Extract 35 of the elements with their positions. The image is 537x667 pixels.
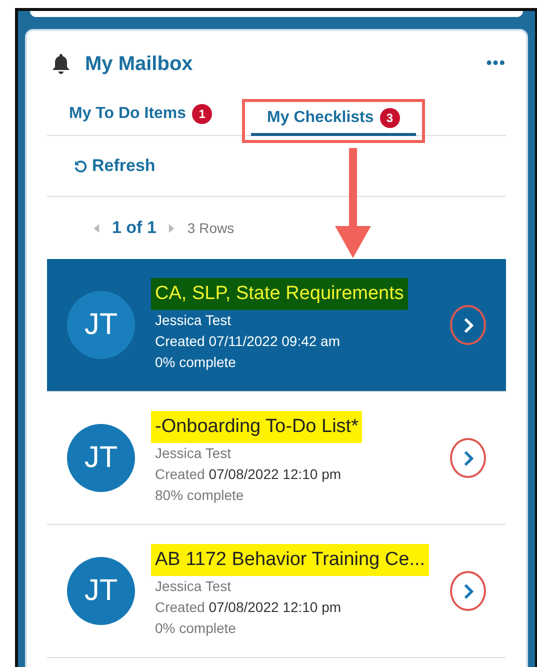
created-date: Created 07/11/2022 09:42 am	[155, 332, 341, 350]
created-date: Created 07/08/2022 12:10 pm	[155, 464, 342, 484]
progress-text: 80% complete	[155, 486, 245, 505]
tab[interactable]: My To Do Items 1	[69, 104, 212, 135]
progress-text: 0% complete	[155, 352, 237, 372]
avatar: JT	[67, 291, 135, 359]
owner-name: Jessica Test	[155, 576, 232, 596]
checklist-title: CA, SLP, State Requirements	[151, 278, 408, 310]
owner-name: Jessica Test	[155, 310, 232, 330]
avatar: JT	[67, 424, 135, 492]
count-badge: 1	[192, 104, 212, 124]
owner-name: Jessica Test	[155, 444, 232, 462]
checklist-title: -Onboarding To-Do List*	[151, 410, 362, 442]
checklist-row[interactable]: JT CA, SLP, State Requirements Jessica Test Created 07/11/2022 09:42 am 0% complete	[47, 259, 506, 392]
refresh-icon	[73, 158, 88, 174]
bell-icon	[51, 53, 71, 75]
row-count: 3 Rows	[187, 220, 234, 236]
chevron-icon	[462, 450, 474, 466]
avatar: JT	[67, 557, 135, 625]
refresh-button[interactable]: Refresh	[73, 156, 156, 176]
chevron-icon	[462, 582, 474, 600]
open-button[interactable]	[450, 438, 486, 478]
checklist-row[interactable]: JT -Onboarding To-Do List* Jessica Test Created 07/08/2022 12:10 pm 80% complete	[47, 392, 506, 525]
count-badge: 3	[380, 108, 400, 128]
checklist-row[interactable]: JT AB 1172 Behavior Training Ce... Jessica Test Created 07/08/2022 12:10 pm 0% complete	[47, 525, 506, 658]
open-button[interactable]	[450, 571, 486, 611]
more-button[interactable]: •••	[486, 55, 506, 73]
progress-text: 0% complete	[155, 618, 237, 638]
mailbox-title: My Mailbox	[85, 52, 193, 76]
page-indicator: 1 of 1	[112, 218, 156, 238]
chevron-icon	[462, 316, 474, 334]
checklist-title: AB 1172 Behavior Training Ce...	[151, 544, 430, 576]
created-date: Created 07/08/2022 12:10 pm	[155, 598, 342, 617]
tab[interactable]: My Checklists 3	[251, 108, 416, 136]
open-button[interactable]	[450, 305, 486, 345]
